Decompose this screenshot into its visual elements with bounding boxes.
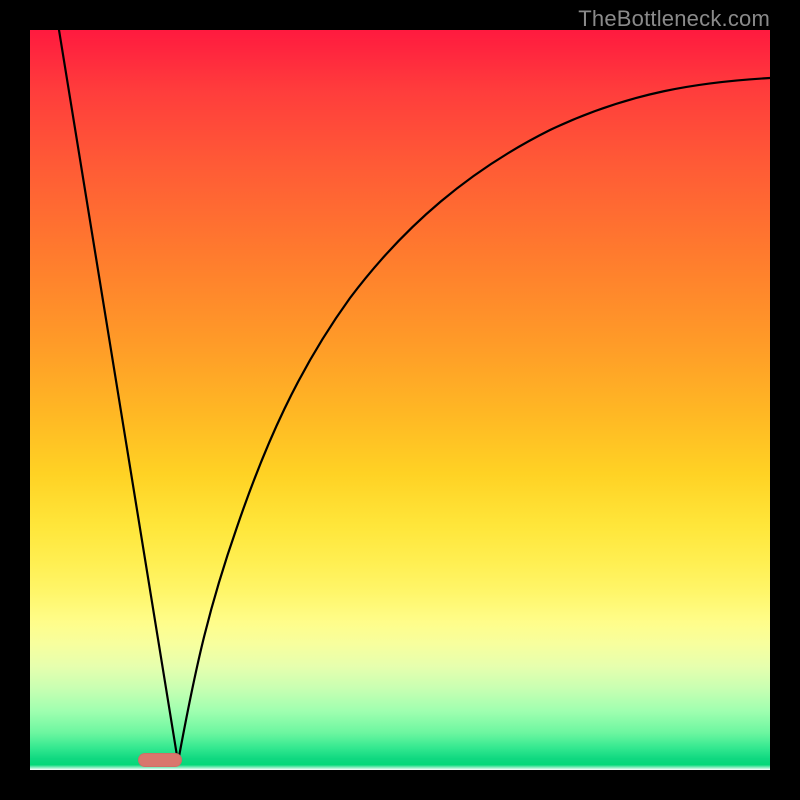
chart-frame: TheBottleneck.com <box>0 0 800 800</box>
right-curve <box>178 78 770 762</box>
plot-area <box>30 30 770 770</box>
left-line <box>59 30 178 762</box>
chart-curves <box>30 30 770 770</box>
watermark-text: TheBottleneck.com <box>578 6 770 32</box>
bottleneck-marker <box>138 753 182 767</box>
